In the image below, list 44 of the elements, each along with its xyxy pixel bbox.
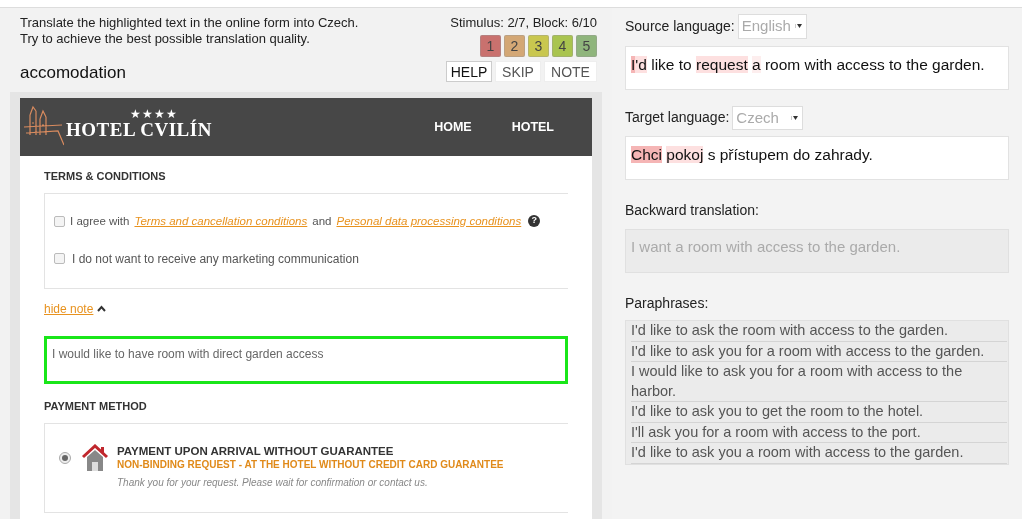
rating-button[interactable]: 4	[552, 35, 573, 57]
hotel-logo-text: HOTEL CVILÍN	[66, 120, 212, 140]
nav-link[interactable]: HOTEL	[511, 117, 554, 137]
payment-option-title: PAYMENT UPON ARRIVAL WITHOUT GUARANTEE	[117, 444, 395, 458]
instruction-text: Translate the highlighted text in the online form into Czech.	[20, 15, 360, 31]
checkbox[interactable]	[54, 253, 65, 265]
paraphrase-item: I'd like to ask you for a room with access to the garden.	[631, 341, 1007, 362]
dropdown-arrow-icon[interactable]	[794, 24, 803, 29]
logo-stars: ★★★★	[129, 108, 178, 120]
dropdown-arrow-icon[interactable]	[790, 115, 799, 120]
toolbar-button[interactable]: NOTE	[544, 61, 597, 82]
note-field[interactable]: I would like to have room with direct garden access	[44, 335, 568, 384]
caret-up-icon	[97, 305, 107, 312]
task-heading: accomodation	[20, 62, 127, 84]
paraphrase-item: I'd like to ask you a room with access to the garden.	[631, 443, 1007, 464]
section-heading: TERMS & CONDITIONS	[44, 169, 167, 184]
instruction-text: Try to achieve the best possible translation quality.	[20, 31, 311, 47]
help-icon[interactable]: ?	[528, 215, 541, 228]
checkbox[interactable]	[54, 215, 65, 227]
rating-button[interactable]: 3	[528, 35, 549, 57]
rating-button[interactable]: 5	[576, 35, 597, 57]
payment-option-note: Thank you for your request. Please wait for confirmation or contact us.	[117, 476, 429, 489]
paraphrase-item: I'd like to ask you to get the room to the hotel.	[631, 402, 1007, 423]
field-label: Backward translation:	[625, 201, 760, 220]
checkbox-label: I do not want to receive any marketing communication	[72, 250, 359, 268]
toolbar-button[interactable]: SKIP	[495, 61, 541, 82]
nav-link[interactable]: HOME	[434, 117, 472, 137]
checkbox-label: and	[312, 213, 332, 229]
field-label: Target language:	[625, 108, 730, 128]
source-text-box: I'd like to request a room with access to the garden.	[625, 45, 1009, 90]
translation-input[interactable]: Chci pokoj s přístupem do zahrady.	[625, 136, 1009, 180]
checkbox-label: I agree with	[70, 213, 130, 229]
toolbar-button[interactable]: HELP	[446, 61, 492, 82]
field-label: Paraphrases:	[625, 294, 710, 313]
section-heading: PAYMENT METHOD	[44, 398, 148, 414]
paraphrase-item: I'll ask you for a room with access to the port.	[631, 422, 1007, 443]
payment-option-subtitle: NON-BINDING REQUEST - AT THE HOTEL WITHOUT CREDIT CARD GUARANTEE	[117, 458, 504, 471]
progress-text: Stimulus: 2/7, Block: 6/10	[450, 15, 597, 31]
house-icon	[81, 444, 109, 471]
paraphrase-item: I'd like to ask the room with access to the garden.	[631, 321, 1007, 342]
radio-button[interactable]	[59, 452, 71, 464]
field-label: Source language:	[625, 16, 735, 36]
rating-button[interactable]: 2	[504, 35, 525, 57]
paraphrase-item: I would like to ask you for a room with access to the harbor.	[631, 362, 1007, 402]
